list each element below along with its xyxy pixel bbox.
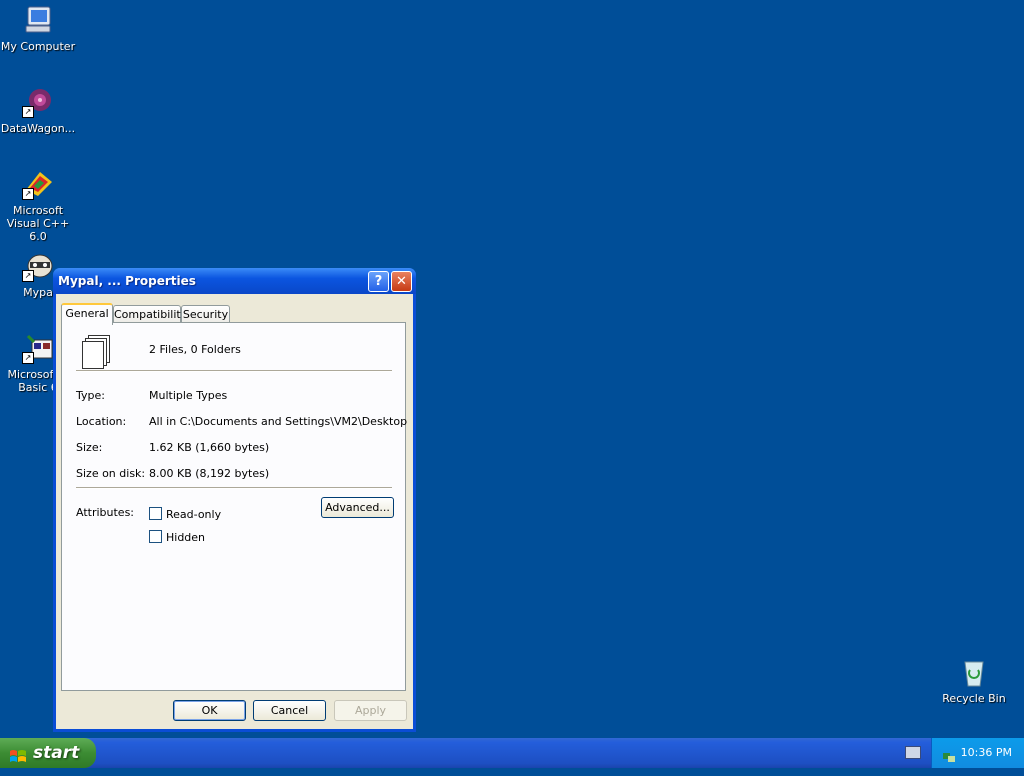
multiple-files-icon (80, 335, 110, 369)
files-summary: 2 Files, 0 Folders (149, 343, 241, 356)
clock[interactable]: 10:36 PM (961, 738, 1012, 768)
windows-flag-icon (9, 745, 27, 762)
apply-button[interactable]: Apply (334, 700, 407, 721)
general-tab-panel: 2 Files, 0 Folders Type: Multiple Types … (61, 322, 408, 691)
desktop-icon-recycle-bin[interactable]: Recycle Bin (934, 656, 1014, 705)
network-icon[interactable] (942, 746, 956, 762)
shortcut-arrow-icon: ↗ (22, 352, 34, 364)
type-label: Type: (76, 389, 105, 402)
cancel-button[interactable]: Cancel (253, 700, 326, 721)
visual-basic-icon: ↗ (22, 332, 54, 364)
attributes-label: Attributes: (76, 506, 135, 519)
size-on-disk-value: 8.00 KB (8,192 bytes) (149, 467, 270, 480)
desktop-icon-datawagon[interactable]: ↗ DataWagon... (0, 86, 78, 135)
shortcut-arrow-icon: ↗ (22, 106, 34, 118)
desktop-icon-label: Microsoft Visual C++ 6.0 (6, 204, 70, 243)
shortcut-arrow-icon: ↗ (22, 188, 34, 200)
system-tray: 10:36 PM (931, 738, 1024, 768)
size-on-disk-label: Size on disk: (76, 467, 146, 480)
desktop-icon-label: Recycle Bin (942, 692, 1006, 705)
datawagon-icon: ↗ (22, 86, 54, 118)
read-only-checkbox[interactable] (149, 507, 162, 520)
divider (76, 370, 392, 372)
tab-compatibility[interactable]: Compatibility (113, 305, 187, 323)
ok-button[interactable]: OK (173, 700, 246, 721)
help-button[interactable]: ? (368, 271, 389, 292)
dialog-titlebar[interactable]: Mypal, ... Properties ? ✕ (53, 268, 416, 294)
taskbar: start 10:36 PM (0, 738, 1024, 768)
recycle-bin-icon (958, 656, 990, 688)
desktop-icon-label: DataWagon... (0, 122, 76, 135)
close-icon: ✕ (396, 274, 407, 289)
visual-cpp-icon: ↗ (22, 168, 54, 200)
tab-general[interactable]: General (61, 303, 113, 325)
type-value: Multiple Types (149, 389, 228, 402)
size-value: 1.62 KB (1,660 bytes) (149, 441, 270, 454)
location-value: All in C:\Documents and Settings\VM2\Des… (149, 415, 408, 428)
shortcut-arrow-icon: ↗ (22, 270, 34, 282)
help-icon: ? (374, 274, 383, 289)
tab-security[interactable]: Security (181, 305, 230, 323)
desktop-icon-label: My Computer (0, 40, 76, 53)
divider (76, 487, 392, 489)
properties-dialog[interactable]: Mypal, ... Properties ? ✕ General Compat… (53, 268, 416, 732)
desktop-icon-my-computer[interactable]: My Computer (0, 4, 78, 53)
size-label: Size: (76, 441, 103, 454)
location-label: Location: (76, 415, 127, 428)
desktop-icon-visual-cpp[interactable]: ↗ Microsoft Visual C++ 6.0 (0, 168, 78, 243)
start-button[interactable]: start (0, 738, 96, 768)
read-only-label[interactable]: Read-only (166, 508, 221, 521)
dialog-client-area: General Compatibility Security 2 Files, … (56, 294, 413, 729)
hidden-checkbox[interactable] (149, 530, 162, 543)
my-computer-icon (22, 4, 54, 36)
close-button[interactable]: ✕ (391, 271, 412, 292)
mypal-icon: ↗ (22, 250, 54, 282)
dialog-title: Mypal, ... Properties (58, 274, 196, 288)
start-label: start (33, 743, 80, 763)
advanced-button[interactable]: Advanced... (321, 497, 394, 518)
hidden-label[interactable]: Hidden (166, 531, 205, 544)
keyboard-icon[interactable] (905, 746, 921, 759)
